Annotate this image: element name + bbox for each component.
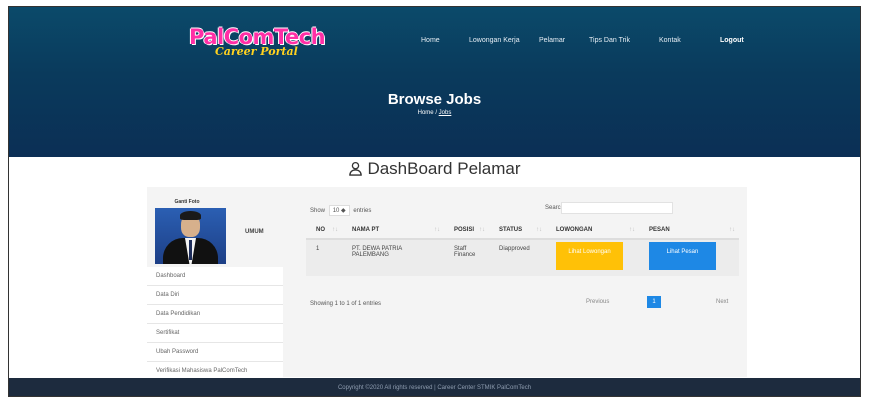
table-row: 1 PT. DEWA PATRIA PALEMBANG Staff Financ… <box>306 239 739 276</box>
entries-control: Show 10 ◆ entries <box>310 205 371 216</box>
search-control: Search: <box>545 202 673 214</box>
sidebar-item-sertifikat[interactable]: Sertifikat <box>147 324 283 343</box>
avatar <box>155 208 226 264</box>
cell-no: 1 <box>306 239 342 276</box>
pagination-next[interactable]: Next <box>716 299 728 305</box>
footer: Copyright ©2020 All rights reserved | Ca… <box>9 378 860 396</box>
lihat-pesan-button[interactable]: Lihat Pesan <box>649 242 716 270</box>
lihat-lowongan-button[interactable]: Lihat Lowongan <box>556 242 623 270</box>
sidebar-item-data-pendidikan[interactable]: Data Pendidikan <box>147 305 283 324</box>
entries-label: entries <box>353 208 372 214</box>
search-input[interactable] <box>561 202 673 214</box>
browser-frame: PalComTech Career Portal Home Lowongan K… <box>8 6 861 397</box>
cell-lowongan: Lihat Lowongan <box>546 239 639 276</box>
sidebar-item-data-diri[interactable]: Data Diri <box>147 286 283 305</box>
sidebar-item-ubah-password[interactable]: Ubah Password <box>147 343 283 362</box>
cell-pesan: Lihat Pesan <box>639 239 739 276</box>
breadcrumb-separator: / <box>435 110 437 116</box>
column-header-nama-pt[interactable]: NAMA PT ↑↓ <box>342 221 444 240</box>
show-label: Show <box>310 208 326 214</box>
dashboard-heading: DashBoard Pelamar <box>9 159 860 179</box>
nav-lowongan-kerja[interactable]: Lowongan Kerja <box>469 37 520 44</box>
column-header-pesan[interactable]: PESAN ↑↓ <box>639 221 739 240</box>
column-header-no[interactable]: NO ↑↓ <box>306 221 342 240</box>
user-role-label: UMUM <box>245 229 264 235</box>
nav-kontak[interactable]: Kontak <box>659 37 681 44</box>
cell-company: PT. DEWA PATRIA PALEMBANG <box>342 239 444 276</box>
nav-tips-dan-trik[interactable]: Tips Dan Trik <box>589 37 630 44</box>
hero-banner: PalComTech Career Portal Home Lowongan K… <box>9 7 860 157</box>
dashboard-title-text: DashBoard Pelamar <box>367 159 521 178</box>
column-header-lowongan[interactable]: LOWONGAN ↑↓ <box>546 221 639 240</box>
entries-select[interactable]: 10 ◆ <box>328 205 350 216</box>
nav-pelamar[interactable]: Pelamar <box>539 37 565 44</box>
pagination-previous[interactable]: Previous <box>586 299 609 305</box>
nav-logout[interactable]: Logout <box>720 37 744 44</box>
breadcrumb: Home / Jobs <box>9 110 860 116</box>
column-header-status[interactable]: STATUS ↑↓ <box>489 221 546 240</box>
sidebar-menu: Dashboard Data Diri Data Pendidikan Sert… <box>147 267 283 381</box>
main-nav: Home Lowongan Kerja Pelamar Tips Dan Tri… <box>9 37 860 49</box>
sidebar-item-dashboard[interactable]: Dashboard <box>147 267 283 286</box>
change-photo-link[interactable]: Ganti Foto <box>147 199 227 205</box>
table-info: Showing 1 to 1 of 1 entries <box>310 301 382 307</box>
column-header-posisi[interactable]: POSISI ↑↓ <box>444 221 489 240</box>
sidebar: Ganti Foto UMUM Dashboard Data Diri Data… <box>147 187 283 381</box>
dashboard-panel: Ganti Foto UMUM Dashboard Data Diri Data… <box>147 187 747 381</box>
user-icon <box>349 161 363 176</box>
applications-table: NO ↑↓ NAMA PT ↑↓ POSISI ↑↓ STATUS ↑↓ LOWONGA… <box>306 221 739 276</box>
cell-status: Diapproved <box>489 239 546 276</box>
breadcrumb-jobs[interactable]: Jobs <box>439 110 452 116</box>
breadcrumb-home[interactable]: Home <box>418 110 434 116</box>
pagination-page-1[interactable]: 1 <box>647 296 661 308</box>
cell-position: Staff Finance <box>444 239 489 276</box>
page-title: Browse Jobs <box>387 91 482 108</box>
nav-home[interactable]: Home <box>421 37 440 44</box>
